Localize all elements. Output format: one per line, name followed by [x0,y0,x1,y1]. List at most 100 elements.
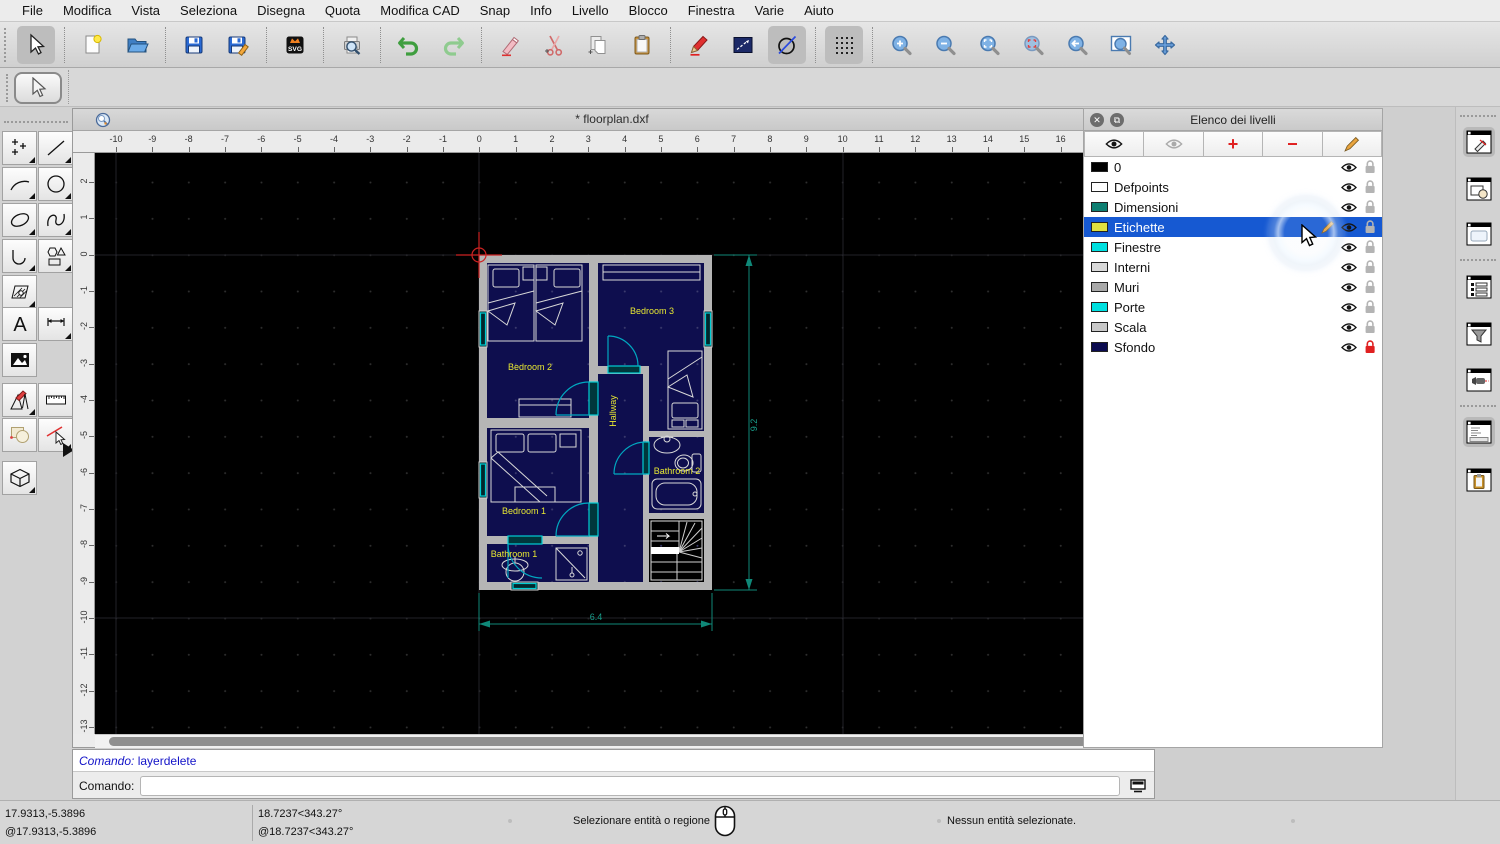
zoom-pan-button[interactable] [1146,26,1184,64]
hide-all-layers-button[interactable] [1144,131,1204,157]
cut-button[interactable] [535,26,573,64]
layer-row-dimensioni[interactable]: Dimensioni [1084,197,1382,217]
spline-tool-button[interactable] [38,203,73,237]
line-tool-button[interactable] [38,131,73,165]
copy-button[interactable] [579,26,617,64]
line-properties-button[interactable] [724,26,762,64]
selection-pointer-button[interactable] [14,72,62,104]
layer-lock-icon[interactable] [1364,220,1376,234]
zoom-back-button[interactable] [1058,26,1096,64]
layer-visibility-icon[interactable] [1341,182,1357,193]
layer-lock-icon[interactable] [1364,160,1376,174]
attributes-pen-button[interactable] [680,26,718,64]
zoom-window-button[interactable] [1102,26,1140,64]
layer-visibility-icon[interactable] [1341,342,1357,353]
menu-vista[interactable]: Vista [121,3,170,18]
layer-visibility-icon[interactable] [1341,222,1357,233]
drawing-canvas[interactable]: Bedroom 2 Bedroom 3 Bedroom 1 Bathroom 1… [95,153,1207,734]
points-tool-button[interactable] [2,131,37,165]
new-file-button[interactable] [74,26,112,64]
dock-block-list-button[interactable] [1463,174,1495,204]
layer-row-finestre[interactable]: Finestre [1084,237,1382,257]
add-layer-button[interactable]: + [1203,131,1264,157]
menu-finestra[interactable]: Finestra [678,3,745,18]
modify-tools-button[interactable] [2,383,37,417]
layer-visibility-icon[interactable] [1341,202,1357,213]
solid-tools-button[interactable] [2,461,37,495]
menu-disegna[interactable]: Disegna [247,3,315,18]
layer-lock-icon[interactable] [1364,340,1376,354]
menu-seleziona[interactable]: Seleziona [170,3,247,18]
layer-row-defpoints[interactable]: Defpoints [1084,177,1382,197]
layer-row-0[interactable]: 0 [1084,157,1382,177]
menu-quota[interactable]: Quota [315,3,370,18]
horizontal-scroll-thumb[interactable] [109,737,1094,746]
menu-file[interactable]: File [12,3,53,18]
menu-modifica-cad[interactable]: Modifica CAD [370,3,469,18]
layer-lock-icon[interactable] [1364,280,1376,294]
command-options-button[interactable] [1126,776,1150,796]
layer-lock-icon[interactable] [1364,200,1376,214]
layer-visibility-icon[interactable] [1341,322,1357,333]
circle-line-tool-button[interactable] [768,25,806,64]
menu-modifica[interactable]: Modifica [53,3,121,18]
layer-row-sfondo[interactable]: Sfondo [1084,337,1382,357]
layer-lock-icon[interactable] [1364,320,1376,334]
layer-visibility-icon[interactable] [1341,242,1357,253]
menu-aiuto[interactable]: Aiuto [794,3,844,18]
polygon-tool-button[interactable] [38,239,73,273]
zoom-out-button[interactable] [926,26,964,64]
layer-lock-icon[interactable] [1364,260,1376,274]
layer-row-porte[interactable]: Porte [1084,297,1382,317]
layer-row-interni[interactable]: Interni [1084,257,1382,277]
dock-clipboard-button[interactable] [1463,465,1495,495]
select-tools-button[interactable] [2,418,37,452]
circle-tool-button[interactable] [38,167,73,201]
zoom-previous-button[interactable] [1014,26,1052,64]
layer-row-scala[interactable]: Scala [1084,317,1382,337]
zoom-auto-button[interactable] [970,26,1008,64]
grid-toggle-button[interactable] [825,25,863,64]
dock-library-browser-button[interactable] [1463,219,1495,249]
paste-button[interactable] [623,26,661,64]
menu-livello[interactable]: Livello [562,3,619,18]
save-as-button[interactable] [219,26,257,64]
redo-button[interactable] [434,26,472,64]
menu-blocco[interactable]: Blocco [619,3,678,18]
save-button[interactable] [175,26,213,64]
layer-visibility-icon[interactable] [1341,262,1357,273]
polyline-tool-button[interactable] [2,239,37,273]
command-input[interactable] [140,776,1120,796]
dock-plugin-button[interactable] [1463,365,1495,395]
measure-tool-button[interactable] [38,383,73,417]
toolbar-handle[interactable] [4,27,10,62]
undo-button[interactable] [390,26,428,64]
print-preview-button[interactable] [333,26,371,64]
arc-tool-button[interactable] [2,167,37,201]
pointer-tool-button[interactable] [17,25,55,64]
text-tool-button[interactable]: A [2,307,37,341]
layer-visibility-icon[interactable] [1341,162,1357,173]
ellipse-tool-button[interactable] [2,203,37,237]
svg-export-button[interactable]: SVG [276,26,314,64]
layer-lock-icon[interactable] [1364,180,1376,194]
menu-info[interactable]: Info [520,3,562,18]
image-tool-button[interactable] [2,343,37,377]
dock-filter-button[interactable] [1463,319,1495,349]
layer-visibility-icon[interactable] [1341,302,1357,313]
layer-visibility-icon[interactable] [1341,282,1357,293]
show-all-layers-button[interactable] [1084,131,1145,157]
layer-lock-icon[interactable] [1364,300,1376,314]
zoom-in-button[interactable] [882,26,920,64]
dock-command-line-button[interactable] [1463,417,1495,447]
horizontal-scrollbar[interactable] [95,734,1117,748]
layer-row-muri[interactable]: Muri [1084,277,1382,297]
hatch-tool-button[interactable] [2,275,37,309]
menu-snap[interactable]: Snap [470,3,520,18]
dimension-tool-button[interactable] [38,307,73,341]
dock-layer-list-button[interactable] [1463,127,1495,157]
dock-entity-list-button[interactable] [1463,272,1495,302]
delete-entities-button[interactable] [491,26,529,64]
edit-layer-button[interactable] [1322,131,1383,157]
layer-row-etichette[interactable]: Etichette [1084,217,1382,237]
